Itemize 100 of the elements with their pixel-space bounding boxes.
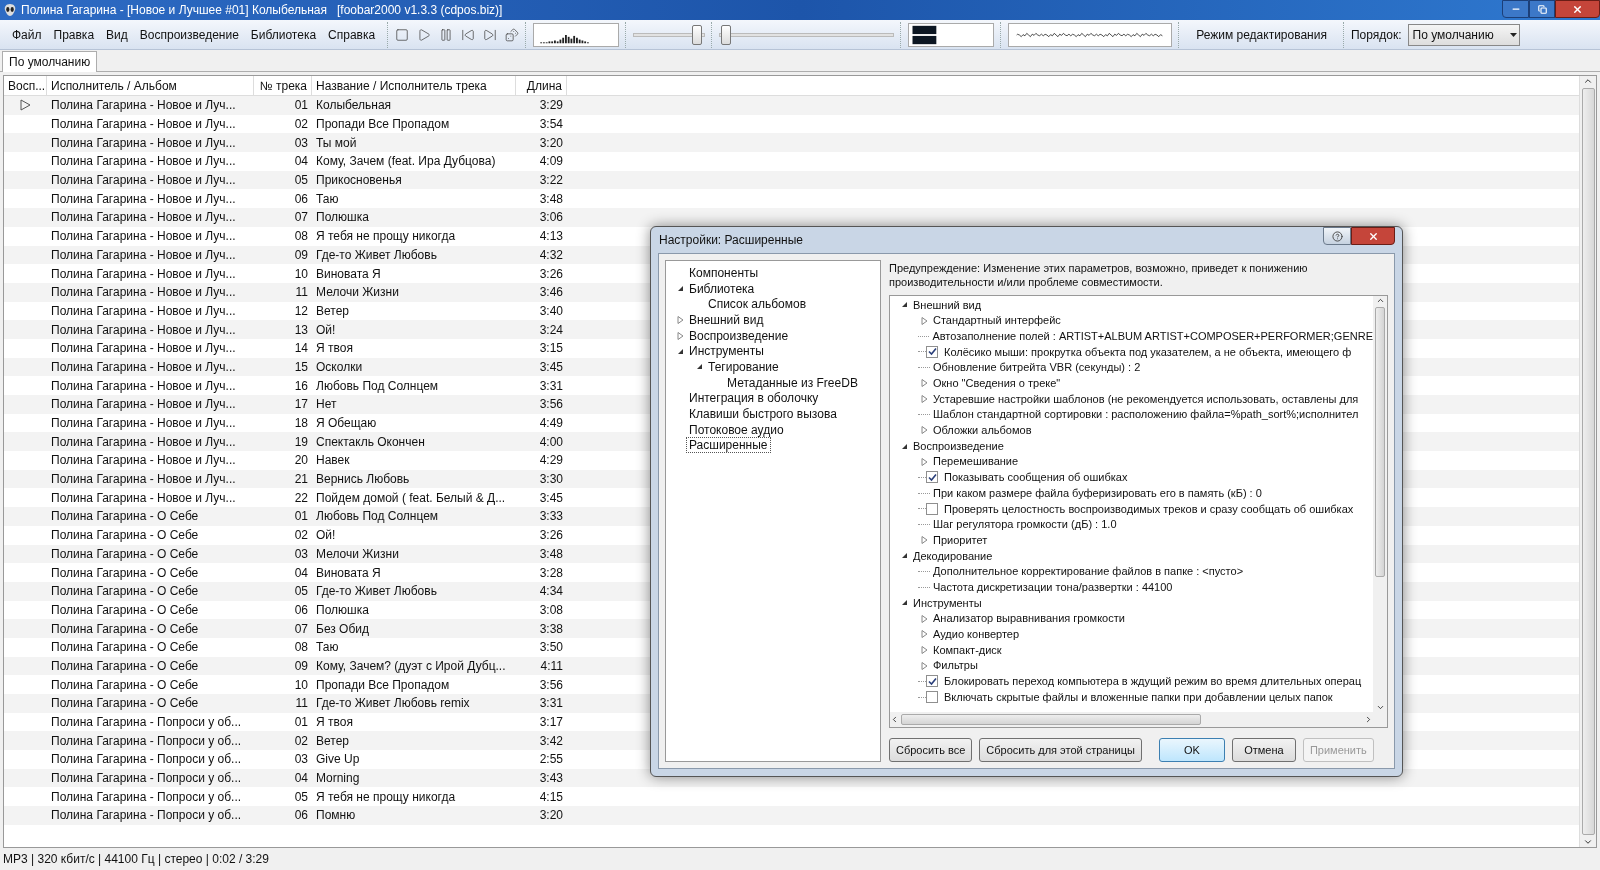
scroll-up-icon[interactable] [1375, 296, 1385, 305]
expand-arrow-icon[interactable] [920, 394, 928, 403]
setting-label[interactable]: Дополнительное корректирование файлов в папке : <пусто> [930, 563, 1244, 580]
expand-arrow-icon[interactable] [920, 426, 928, 435]
menu-item[interactable]: Файл [6, 23, 48, 46]
vertical-scrollbar[interactable] [1579, 76, 1596, 847]
setting-label[interactable]: При каком размере файла буферизировать его в память (кБ) : 0 [930, 484, 1262, 502]
order-dropdown[interactable]: По умолчанию [1407, 23, 1520, 46]
collapse-arrow-icon[interactable] [900, 599, 908, 607]
checkbox[interactable] [926, 471, 938, 484]
dialog-button[interactable]: Отмена [1231, 738, 1296, 762]
setting-label[interactable]: Шаг регулятора громкости (дБ) : 1.0 [930, 516, 1117, 533]
dice-icon[interactable] [505, 27, 520, 42]
tree-item[interactable]: Анализатор выравнивания громкости [930, 610, 1125, 627]
checkbox[interactable] [926, 502, 938, 515]
collapse-arrow-icon[interactable] [676, 285, 684, 293]
tree-item[interactable]: Компоненты [686, 264, 762, 281]
tree-item[interactable]: Список альбомов [705, 296, 810, 313]
next-icon[interactable] [483, 27, 498, 42]
tree-item[interactable]: Фильтры [930, 657, 978, 674]
expand-arrow-icon[interactable] [920, 645, 928, 654]
collapse-arrow-icon[interactable] [676, 347, 684, 355]
dialog-button[interactable]: Сбросить все [889, 738, 973, 762]
tree-item[interactable]: Библиотека [686, 280, 758, 297]
setting-label[interactable]: Колёсико мыши: прокрутка объекта под указателем, а не объекта, имеющего ф [941, 343, 1352, 361]
tree-item[interactable]: Метаданные из FreeDB [724, 374, 861, 391]
menu-item[interactable]: Вид [100, 23, 134, 46]
dialog-button[interactable]: Сбросить для этой страницы [979, 738, 1142, 762]
menu-item[interactable]: Воспроизведение [133, 23, 245, 46]
tree-item[interactable]: Воспроизведение [686, 327, 792, 344]
setting-label[interactable]: Шаблон стандартной сортировки : расположению файла=%path_sort%;исполнител [930, 406, 1359, 423]
checkbox[interactable] [926, 675, 938, 688]
checkbox[interactable] [926, 345, 938, 358]
play-icon[interactable] [417, 27, 432, 42]
vertical-scrollbar[interactable] [1373, 296, 1387, 712]
help-button[interactable] [1323, 227, 1351, 245]
pause-icon[interactable] [439, 27, 454, 42]
tree-item[interactable]: Декодирование [910, 547, 993, 565]
tree-item[interactable]: Клавиши быстрого вызова [686, 406, 840, 423]
setting-label[interactable]: Обновление битрейта VBR (секунды) : 2 [930, 359, 1141, 376]
collapse-arrow-icon[interactable] [900, 552, 908, 560]
setting-label[interactable]: Частота дискретизации тона/развертки : 44100 [930, 578, 1173, 596]
menu-item[interactable]: Справка [322, 23, 382, 46]
tree-item[interactable]: Интеграция в оболочку [686, 390, 822, 407]
edit-mode-button[interactable]: Режим редактирования [1186, 22, 1337, 47]
collapse-arrow-icon[interactable] [900, 301, 908, 309]
setting-label[interactable]: Блокировать переход компьютера в ждущий режим во время длительных операц [941, 673, 1362, 690]
expand-arrow-icon[interactable] [676, 331, 684, 340]
dialog-button[interactable]: OK [1158, 738, 1225, 762]
tree-item[interactable]: Аудио конвертер [930, 626, 1020, 643]
tree-item[interactable]: Компакт-диск [930, 641, 1002, 659]
checkbox[interactable] [926, 691, 938, 704]
setting-label[interactable]: Автозаполнение полей : ARTIST+ALBUM ARTIST+COMPOSER+PERFORMER;GENRE [929, 327, 1373, 345]
stop-icon[interactable] [395, 27, 410, 42]
scroll-down-icon[interactable] [1375, 703, 1385, 712]
tree-item[interactable]: Воспроизведение [910, 437, 1004, 455]
tree-item[interactable]: Устаревшие настройки шаблонов (не рекомендуется использовать, оставлены для [930, 390, 1359, 408]
collapse-arrow-icon[interactable] [695, 363, 703, 371]
menu-item[interactable]: Библиотека [244, 23, 323, 46]
scroll-up-icon[interactable] [1583, 76, 1593, 86]
scroll-down-icon[interactable] [1583, 837, 1593, 847]
expand-arrow-icon[interactable] [920, 457, 928, 466]
tree-item[interactable]: Тегирование [705, 358, 782, 375]
tree-item[interactable]: Обложки альбомов [930, 422, 1032, 439]
maximize-button[interactable] [1529, 0, 1555, 18]
tree-item[interactable]: Стандартный интерфейс [930, 312, 1061, 329]
column-header[interactable]: Исполнитель / Альбом [47, 76, 254, 95]
tree-item[interactable]: Потоковое аудио [686, 421, 787, 438]
tree-item[interactable]: Окно "Сведения о треке" [930, 375, 1061, 392]
tree-item[interactable]: Внешний вид [686, 311, 767, 328]
slider-thumb[interactable] [720, 24, 731, 45]
tree-item[interactable]: Инструменты [910, 594, 982, 612]
expand-arrow-icon[interactable] [920, 630, 928, 639]
playlist-tab[interactable]: По умолчанию [2, 51, 98, 72]
column-header[interactable]: Восп... [4, 76, 47, 95]
volume-slider[interactable] [633, 24, 706, 45]
tree-item[interactable]: Расширенные [686, 437, 771, 454]
menu-item[interactable]: Правка [47, 23, 101, 46]
close-button[interactable] [1555, 0, 1600, 18]
setting-label[interactable]: Включать скрытые файлы и вложенные папки при добавлении целых папок [941, 688, 1333, 706]
minimize-button[interactable] [1502, 0, 1529, 18]
column-header[interactable]: Название / Исполнитель трека [312, 76, 516, 95]
setting-label[interactable]: Показывать сообщения об ошибках [941, 469, 1128, 486]
setting-label[interactable]: Проверять целостность воспроизводимых треков и сразу сообщать об ошибках [941, 500, 1354, 518]
tree-item[interactable]: Перемешивание [930, 453, 1019, 470]
expand-arrow-icon[interactable] [920, 316, 928, 325]
scroll-left-icon[interactable] [890, 715, 899, 724]
expand-arrow-icon[interactable] [920, 379, 928, 388]
scroll-right-icon[interactable] [1364, 715, 1373, 724]
tree-item[interactable]: Приоритет [930, 531, 988, 549]
slider-thumb[interactable] [692, 24, 703, 45]
expand-arrow-icon[interactable] [920, 661, 928, 670]
column-header[interactable]: № трека [254, 76, 312, 95]
column-header[interactable]: Длина [516, 76, 567, 95]
close-button[interactable] [1351, 227, 1395, 245]
expand-arrow-icon[interactable] [920, 536, 928, 545]
horizontal-scrollbar[interactable] [890, 712, 1387, 727]
tree-item[interactable]: Инструменты [686, 343, 767, 360]
expand-arrow-icon[interactable] [920, 614, 928, 623]
previous-icon[interactable] [461, 27, 476, 42]
